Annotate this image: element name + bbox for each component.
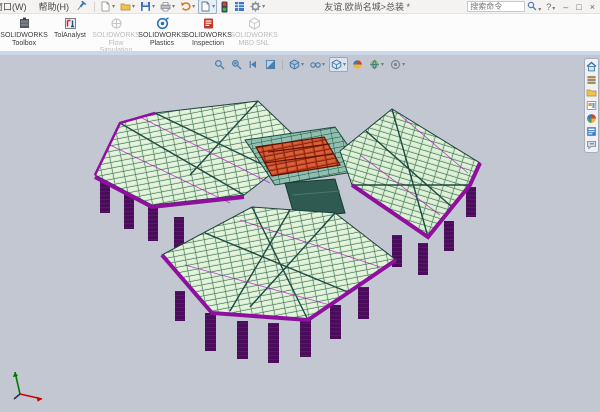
restore-button[interactable]: □ (573, 2, 584, 12)
save-disk-icon (140, 1, 151, 12)
origin-triad (6, 368, 50, 404)
previous-view-icon (248, 59, 259, 70)
edit-appearance-icon (352, 59, 363, 70)
appearances-scenes-icon[interactable] (586, 113, 597, 124)
task-pane-strip (584, 58, 599, 153)
addin-label: SOLIDWORKS MBD SNL (230, 32, 277, 47)
printer-icon (160, 1, 171, 12)
quick-access-toolbar (98, 0, 267, 15)
options-button[interactable] (248, 0, 267, 14)
plastics-icon (155, 17, 170, 30)
rebuild-button[interactable] (218, 0, 231, 15)
section-view-button[interactable] (263, 57, 278, 72)
new-document-icon (100, 1, 111, 12)
undo-arrow-icon (180, 1, 191, 12)
zoom-to-area-button[interactable] (229, 57, 244, 72)
make-drawing-button[interactable] (198, 0, 217, 14)
open-button[interactable] (118, 0, 137, 14)
traffic-light-icon (220, 1, 229, 13)
apply-scene-icon (369, 59, 380, 70)
addin-mbd-snl-button[interactable]: SOLIDWORKS MBD SNL (231, 16, 277, 47)
menu-help[interactable]: 帮助(H) (37, 0, 72, 13)
drawing-sheet-icon (200, 1, 211, 12)
resources-home-icon[interactable] (586, 61, 597, 72)
forum-icon[interactable] (586, 139, 597, 150)
addin-toolbox-button[interactable]: SOLIDWORKS Toolbox (1, 16, 47, 47)
tolanalyst-icon (63, 17, 78, 30)
solidworks-window: 窗口(W) 帮助(H) (0, 0, 600, 412)
model-right-wing[interactable] (340, 109, 480, 237)
minimize-button[interactable]: – (560, 2, 571, 12)
graphics-viewport[interactable] (0, 55, 600, 412)
menu-window[interactable]: 窗口(W) (0, 0, 29, 13)
titlebar-right-cluster: ? – □ × (467, 1, 598, 13)
zoom-to-area-icon (231, 59, 242, 70)
addin-label: SOLIDWORKS Toolbox (0, 32, 47, 47)
view-palette-icon[interactable] (586, 100, 597, 111)
hud-separator (282, 60, 283, 70)
eyeglasses-icon (310, 59, 321, 70)
edit-appearance-button[interactable] (350, 57, 365, 72)
search-icon (527, 1, 537, 11)
search-button[interactable] (527, 1, 541, 13)
design-library-icon[interactable] (586, 74, 597, 85)
search-input[interactable] (467, 1, 525, 12)
help-button[interactable]: ? (543, 2, 558, 12)
addin-flow-simulation-button[interactable]: SOLIDWORKS Flow Simulation (93, 16, 139, 55)
addin-inspection-button[interactable]: SOLIDWORKS Inspection (185, 16, 231, 47)
open-folder-icon (120, 1, 131, 12)
close-button[interactable]: × (587, 2, 598, 12)
save-button[interactable] (138, 0, 157, 14)
document-title: 友谊.欧尚名城>总装 * (267, 0, 467, 13)
heads-up-view-toolbar (212, 57, 407, 72)
zoom-to-fit-button[interactable] (212, 57, 227, 72)
toolbar-separator (94, 2, 95, 12)
addin-plastics-button[interactable]: SOLIDWORKS Plastics (139, 16, 185, 47)
pin-menu-icon[interactable] (75, 1, 87, 12)
section-view-icon (265, 59, 276, 70)
file-explorer-icon[interactable] (586, 87, 597, 98)
gear-icon (250, 1, 261, 12)
view-orientation-cube-icon (331, 59, 342, 70)
new-document-button[interactable] (98, 0, 117, 14)
previous-view-button[interactable] (246, 57, 261, 72)
view-orientation-button[interactable] (329, 57, 348, 72)
toolbox-icon (17, 17, 32, 30)
apply-scene-button[interactable] (367, 57, 386, 72)
zoom-to-fit-icon (214, 59, 225, 70)
display-style-button[interactable] (287, 57, 306, 72)
undo-button[interactable] (178, 0, 197, 14)
view-settings-icon (390, 59, 401, 70)
addin-label: SOLIDWORKS Inspection (184, 32, 231, 47)
file-properties-button[interactable] (232, 0, 247, 14)
properties-grid-icon (234, 1, 245, 12)
flow-simulation-icon (109, 17, 124, 30)
model-3d-view[interactable] (0, 55, 600, 412)
mbd-snl-icon (247, 17, 262, 30)
addins-ribbon: SOLIDWORKS Toolbox TolAnalyst SOLIDWORKS… (0, 14, 600, 51)
addin-label: TolAnalyst (54, 32, 86, 40)
inspection-icon (201, 17, 216, 30)
display-style-icon (289, 59, 300, 70)
print-button[interactable] (158, 0, 177, 14)
addin-tolanalyst-button[interactable]: TolAnalyst (47, 16, 93, 40)
view-settings-button[interactable] (388, 57, 407, 72)
hide-show-items-button[interactable] (308, 57, 327, 72)
menu-bar: 窗口(W) 帮助(H) (0, 0, 71, 13)
custom-properties-icon[interactable] (586, 126, 597, 137)
title-bar: 窗口(W) 帮助(H) (0, 0, 600, 14)
addin-label: SOLIDWORKS Plastics (138, 32, 185, 47)
